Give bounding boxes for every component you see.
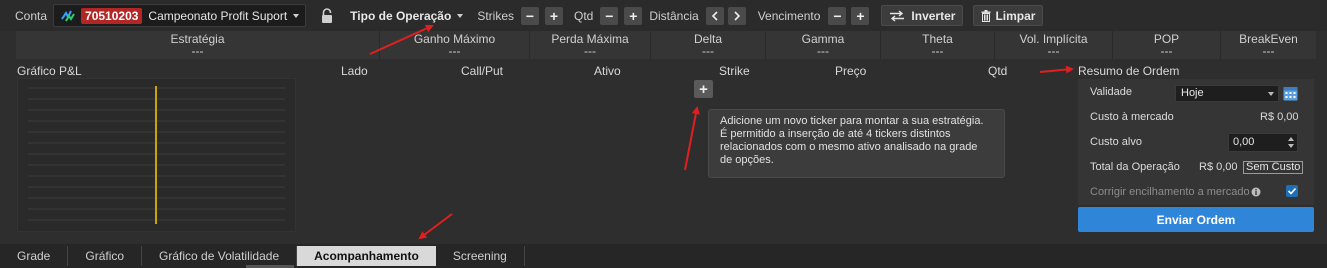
distancia-right-button[interactable] [727,6,746,25]
tab-grade[interactable]: Grade [0,246,69,266]
metric-ganho-maximo: Ganho Máximo --- [380,31,530,59]
add-ticker-tooltip: Adicione um novo ticker para montar a su… [708,109,1005,178]
calendar-icon[interactable] [1283,85,1298,101]
corrigir-label: Corrigir encilhamento a mercado [1090,186,1250,198]
tipo-operacao-label: Tipo de Operação [350,8,452,23]
strikes-label: Strikes [477,8,514,23]
strikes-minus-button[interactable]: − [521,6,539,25]
metric-value: --- [702,44,714,58]
distancia-left-button[interactable] [705,6,724,25]
check-icon [1287,187,1297,195]
strikes-plus-button[interactable]: + [545,6,563,25]
add-ticker-button[interactable]: + [694,80,713,98]
tooltip-line: de opções. [720,154,774,166]
limpar-label: Limpar [995,8,1036,23]
annotation-arrow [418,213,453,240]
metric-value: --- [817,44,829,58]
total-operacao-value: R$ 0,00 [1199,161,1238,173]
validade-value: Hoje [1181,87,1204,99]
resumo-ordem-header: Resumo de Ordem [1078,64,1180,78]
toolbar: Conta 70510203 Campeonato Profit Suport … [0,0,1327,31]
total-operacao-label: Total da Operação [1090,161,1180,173]
preco-header[interactable]: Preço [835,64,866,78]
custo-alvo-label: Custo alvo [1090,136,1142,148]
strike-header[interactable]: Strike [719,64,750,78]
pl-chart [17,78,296,232]
vencimento-label: Vencimento [757,8,821,23]
ativo-header[interactable]: Ativo [594,64,621,78]
metric-delta: Delta --- [651,31,766,59]
metric-value: --- [584,44,596,58]
vencimento-minus-button[interactable]: − [828,6,847,25]
tooltip-line: É permitido a inserção de até 4 tickers … [720,128,951,140]
chevron-right-icon [734,10,740,21]
metric-value: --- [931,44,944,58]
tipo-operacao-dropdown[interactable]: Tipo de Operação [350,8,464,23]
validade-label: Validade [1090,86,1132,98]
annotation-arrow [1039,65,1074,74]
chevron-down-icon [1268,92,1274,96]
tab-acompanhamento[interactable]: Acompanhamento [297,246,436,266]
metric-estrategia: Estratégia --- [16,31,380,59]
qtd-minus-button[interactable]: − [600,6,619,25]
metric-breakeven: BreakEven --- [1221,31,1316,59]
tooltip-line: relacionados com o mesmo ativo analisado… [720,141,978,153]
custo-mercado-value: R$ 0,00 [1260,111,1299,123]
metric-vol-implicita: Vol. Implícita --- [995,31,1113,59]
account-selector[interactable]: 70510203 Campeonato Profit Suport [53,4,307,27]
metrics-header: Estratégia --- Ganho Máximo --- Perda Má… [16,31,1316,59]
metric-theta: Theta --- [881,31,995,59]
grafico-pl-header: Gráfico P&L [17,64,82,78]
pl-chart-grid [28,86,285,224]
qtd-plus-button[interactable]: + [624,6,643,25]
enviar-ordem-button[interactable]: Enviar Ordem [1078,207,1314,232]
sem-custo-button[interactable]: Sem Custo [1243,161,1304,174]
swap-icon [890,9,905,22]
lado-header[interactable]: Lado [341,64,368,78]
custo-alvo-input[interactable]: 0,00 [1228,133,1298,152]
tab-grafico[interactable]: Gráfico [68,246,143,266]
corrigir-checkbox[interactable] [1286,185,1298,197]
chevron-down-icon [293,13,300,18]
lock-icon[interactable] [320,7,334,24]
custo-mercado-label: Custo à mercado [1090,111,1174,123]
info-icon[interactable] [1251,187,1261,197]
metric-value: --- [1160,44,1173,58]
qtd-header[interactable]: Qtd [988,64,1007,78]
metric-value: --- [1262,44,1275,58]
vencimento-plus-button[interactable]: + [851,6,870,25]
callput-header[interactable]: Call/Put [461,64,503,78]
metric-value: --- [191,44,204,58]
limpar-button[interactable]: Limpar [973,5,1044,26]
tab-grafico-volatilidade[interactable]: Gráfico de Volatilidade [142,246,298,266]
qtd-label: Qtd [574,8,594,23]
inverter-label: Inverter [911,8,956,23]
custo-alvo-value: 0,00 [1233,136,1255,148]
account-number: 70510203 [81,7,143,24]
trash-icon [981,9,991,22]
metric-pop: POP --- [1113,31,1221,59]
tab-screening[interactable]: Screening [436,246,525,266]
stepper-icon[interactable] [1288,136,1294,149]
chevron-left-icon [711,10,718,21]
validade-select[interactable]: Hoje [1175,85,1279,102]
metric-value: --- [448,44,461,58]
metric-gamma: Gamma --- [766,31,881,59]
metric-perda-maxima: Perda Máxima --- [530,31,651,59]
inverter-button[interactable]: Inverter [881,5,964,26]
account-name: Campeonato Profit Suport [148,8,288,23]
profit-logo-icon [61,10,75,22]
chevron-down-icon [457,13,464,18]
distancia-label: Distância [649,8,699,23]
order-summary-panel: Validade Hoje Custo à mercado R$ 0,00 Cu… [1078,79,1314,205]
bottom-tabs: Grade Gráfico Gráfico de Volatilidade Ac… [0,244,1327,268]
conta-label: Conta [15,8,48,23]
tooltip-line: Adicione um novo ticker para montar a su… [720,115,984,127]
annotation-arrow [684,106,700,171]
metric-value: --- [1047,44,1060,58]
